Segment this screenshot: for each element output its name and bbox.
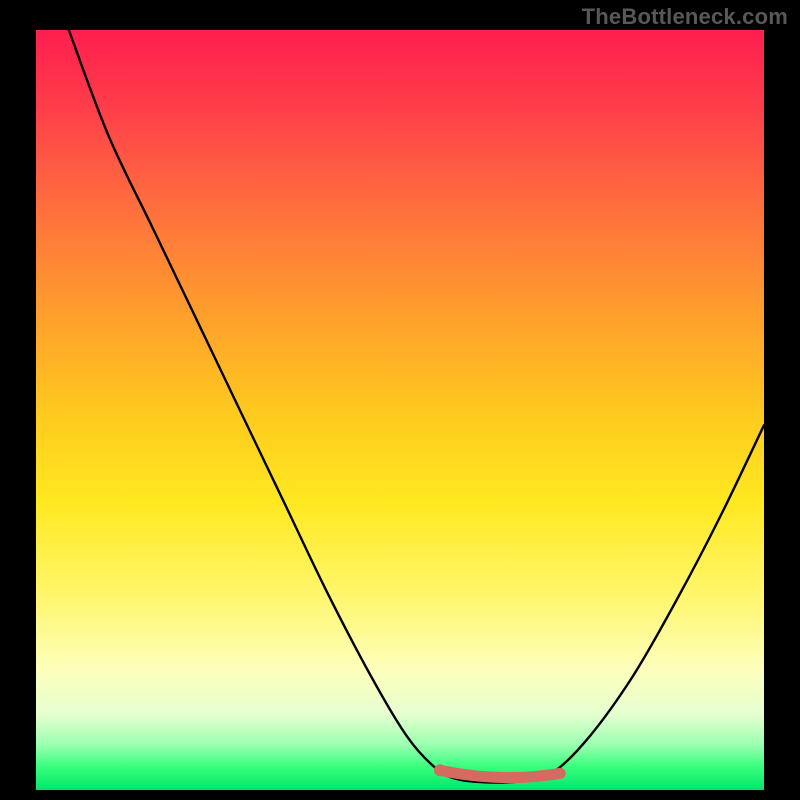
- chart-frame: TheBottleneck.com: [0, 0, 800, 800]
- bottleneck-curve: [69, 30, 764, 783]
- sweet-spot-start-marker: [434, 764, 446, 776]
- sweet-spot-range: [440, 770, 560, 777]
- curve-layer: [36, 30, 764, 790]
- plot-area: [36, 30, 764, 790]
- watermark-label: TheBottleneck.com: [582, 4, 788, 30]
